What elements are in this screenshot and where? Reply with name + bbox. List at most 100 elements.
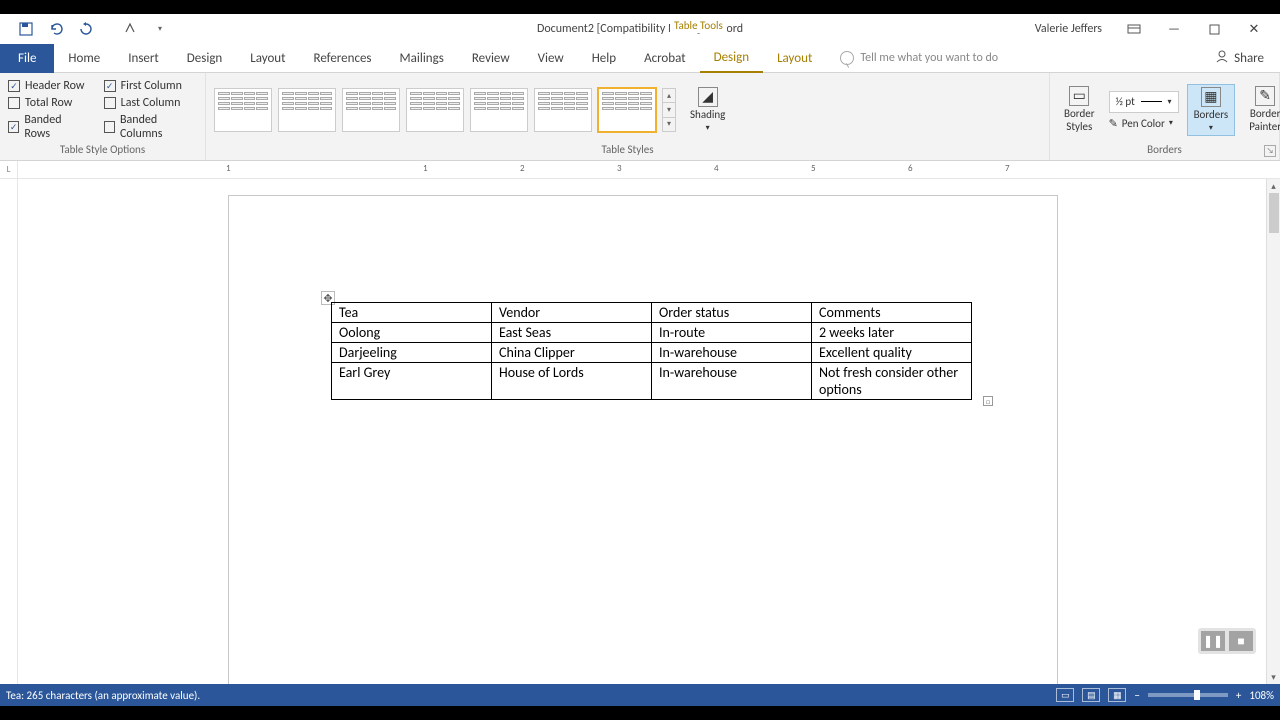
tab-home[interactable]: Home bbox=[54, 44, 114, 73]
pen-color-button[interactable]: ✎Pen Color▾ bbox=[1109, 117, 1179, 130]
table-cell[interactable]: 2 weeks later bbox=[812, 323, 972, 343]
borders-grid-icon: ▦ bbox=[1201, 87, 1221, 107]
tab-layout[interactable]: Layout bbox=[236, 44, 299, 73]
group-borders: ▭ Border Styles ½ pt▾ ✎Pen Color▾ ▦ Bord… bbox=[1050, 73, 1280, 160]
horizontal-ruler[interactable]: 1 1 2 3 4 5 6 7 bbox=[18, 161, 1280, 179]
user-name[interactable]: Valerie Jeffers bbox=[1035, 22, 1102, 36]
paintbrush-icon: ✎ bbox=[1255, 86, 1275, 106]
maximize-icon[interactable] bbox=[1194, 18, 1234, 40]
scroll-up-icon[interactable]: ▴ bbox=[1267, 179, 1280, 193]
tab-design[interactable]: Design bbox=[173, 44, 236, 73]
table-cell[interactable]: China Clipper bbox=[492, 343, 652, 363]
table-style-1[interactable] bbox=[214, 88, 272, 132]
pause-icon[interactable]: ❚❚ bbox=[1201, 631, 1225, 651]
status-bar: Tea: 265 characters (an approximate valu… bbox=[0, 684, 1280, 706]
table-cell[interactable]: Darjeeling bbox=[332, 343, 492, 363]
check-header-row[interactable]: ✓Header Row bbox=[8, 79, 86, 93]
table-cell[interactable]: In-warehouse bbox=[652, 343, 812, 363]
table-style-3[interactable] bbox=[342, 88, 400, 132]
zoom-in-icon[interactable]: + bbox=[1236, 689, 1241, 702]
scroll-thumb[interactable] bbox=[1269, 193, 1279, 233]
letterbox-top bbox=[0, 0, 1280, 14]
table-cell[interactable]: Excellent quality bbox=[812, 343, 972, 363]
table-cell[interactable]: Order status bbox=[652, 303, 812, 323]
tab-acrobat[interactable]: Acrobat bbox=[630, 44, 700, 73]
contextual-tab-label: Table Tools bbox=[670, 18, 727, 33]
touch-mode-icon[interactable] bbox=[122, 21, 138, 37]
table-style-2[interactable] bbox=[278, 88, 336, 132]
table-style-4[interactable] bbox=[406, 88, 464, 132]
check-first-column[interactable]: ✓First Column bbox=[104, 79, 197, 93]
tab-mailings[interactable]: Mailings bbox=[386, 44, 458, 73]
check-banded-rows[interactable]: ✓Banded Rows bbox=[8, 113, 86, 141]
scroll-down-icon[interactable]: ▾ bbox=[1267, 670, 1280, 684]
shading-button[interactable]: ◢ Shading ▾ bbox=[684, 85, 731, 135]
close-icon[interactable]: ✕ bbox=[1234, 18, 1274, 40]
read-mode-icon[interactable]: ▭ bbox=[1056, 688, 1074, 702]
group-table-style-options: ✓Header Row Total Row ✓Banded Rows ✓Firs… bbox=[0, 73, 206, 160]
table-cell[interactable]: Oolong bbox=[332, 323, 492, 343]
document-table[interactable]: Tea Vendor Order status Comments Oolong … bbox=[331, 302, 972, 400]
save-icon[interactable] bbox=[18, 21, 34, 37]
undo-icon[interactable] bbox=[48, 21, 64, 37]
vertical-ruler[interactable] bbox=[0, 179, 18, 684]
check-total-row[interactable]: Total Row bbox=[8, 96, 86, 110]
quick-access-toolbar: ▾ bbox=[0, 21, 168, 37]
share-button[interactable]: Share bbox=[1215, 49, 1264, 67]
zoom-value[interactable]: 108% bbox=[1249, 689, 1274, 702]
tab-view[interactable]: View bbox=[524, 44, 578, 73]
zoom-slider[interactable] bbox=[1148, 693, 1228, 697]
tab-references[interactable]: References bbox=[300, 44, 386, 73]
app-window: ▾ Document2 [Compatibility Mode] - Word … bbox=[0, 14, 1280, 706]
table-resize-handle-icon[interactable]: □ bbox=[983, 396, 993, 406]
tab-file[interactable]: File bbox=[0, 44, 54, 73]
ribbon-display-options-icon[interactable] bbox=[1114, 18, 1154, 40]
borders-button[interactable]: ▦ Borders ▾ bbox=[1187, 84, 1236, 136]
table-style-active[interactable] bbox=[598, 88, 656, 132]
minimize-icon[interactable]: — bbox=[1154, 18, 1194, 40]
page-surface[interactable]: ✥ Tea Vendor Order status Comments Oolon… bbox=[18, 179, 1266, 684]
table-cell[interactable]: House of Lords bbox=[492, 363, 652, 400]
web-layout-icon[interactable]: ▦ bbox=[1108, 688, 1126, 702]
pen-weight-select[interactable]: ½ pt▾ bbox=[1109, 91, 1179, 113]
tell-me-search[interactable]: Tell me what you want to do bbox=[840, 51, 998, 65]
tab-review[interactable]: Review bbox=[458, 44, 524, 73]
tab-table-design[interactable]: Design bbox=[700, 44, 763, 73]
dialog-launcher-icon[interactable]: ↘ bbox=[1264, 145, 1276, 157]
table-cell[interactable]: In-warehouse bbox=[652, 363, 812, 400]
table-cell[interactable]: Tea bbox=[332, 303, 492, 323]
table-style-5[interactable] bbox=[470, 88, 528, 132]
border-painter-button[interactable]: ✎ Border Painter bbox=[1243, 84, 1280, 135]
table-cell[interactable]: Comments bbox=[812, 303, 972, 323]
tab-table-layout[interactable]: Layout bbox=[763, 44, 826, 73]
paint-bucket-icon: ◢ bbox=[698, 87, 718, 107]
table-cell[interactable]: In-route bbox=[652, 323, 812, 343]
table-style-6[interactable] bbox=[534, 88, 592, 132]
table-style-gallery[interactable]: ▴▾▾ bbox=[214, 88, 676, 132]
check-last-column[interactable]: Last Column bbox=[104, 96, 197, 110]
gallery-more-button[interactable]: ▴▾▾ bbox=[662, 88, 676, 132]
ribbon-tabs: File Home Insert Design Layout Reference… bbox=[0, 44, 1280, 73]
table-cell[interactable]: Vendor bbox=[492, 303, 652, 323]
tab-help[interactable]: Help bbox=[578, 44, 630, 73]
page: ✥ Tea Vendor Order status Comments Oolon… bbox=[228, 195, 1058, 684]
stop-icon[interactable]: ■ bbox=[1229, 631, 1253, 651]
qat-customize-icon[interactable]: ▾ bbox=[152, 21, 168, 37]
tell-me-placeholder: Tell me what you want to do bbox=[860, 51, 998, 65]
border-styles-button[interactable]: ▭ Border Styles bbox=[1058, 84, 1101, 135]
vertical-scrollbar[interactable]: ▴ ▾ bbox=[1266, 179, 1280, 684]
repeat-icon[interactable] bbox=[78, 21, 94, 37]
ruler-row: L 1 1 2 3 4 5 6 7 bbox=[0, 161, 1280, 179]
group-label: Table Styles bbox=[214, 143, 1041, 158]
ribbon: ✓Header Row Total Row ✓Banded Rows ✓Firs… bbox=[0, 73, 1280, 161]
share-icon bbox=[1215, 49, 1229, 67]
print-layout-icon[interactable]: ▤ bbox=[1082, 688, 1100, 702]
zoom-out-icon[interactable]: − bbox=[1134, 689, 1139, 702]
table-cell[interactable]: Not fresh consider other options bbox=[812, 363, 972, 400]
ruler-corner: L bbox=[0, 161, 18, 179]
tab-insert[interactable]: Insert bbox=[114, 44, 173, 73]
table-cell[interactable]: East Seas bbox=[492, 323, 652, 343]
check-banded-columns[interactable]: Banded Columns bbox=[104, 113, 197, 141]
table-cell[interactable]: Earl Grey bbox=[332, 363, 492, 400]
editor-area: ✥ Tea Vendor Order status Comments Oolon… bbox=[0, 179, 1280, 684]
